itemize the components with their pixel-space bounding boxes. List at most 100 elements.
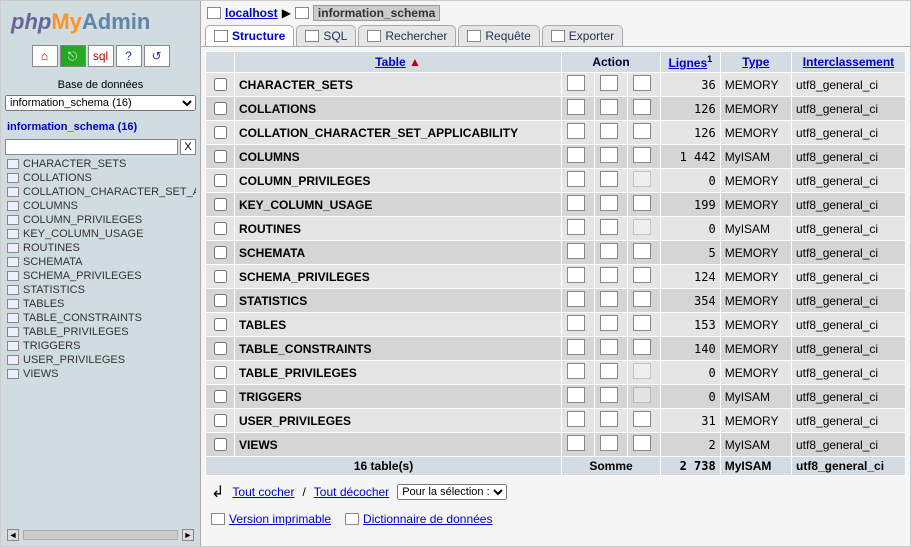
tree-item[interactable]: COLUMN_PRIVILEGES — [7, 213, 196, 227]
browse-icon[interactable] — [567, 147, 585, 163]
browse-icon[interactable] — [567, 339, 585, 355]
help-icon[interactable]: ? — [116, 45, 142, 67]
browse-icon[interactable] — [567, 315, 585, 331]
row-checkbox[interactable] — [214, 174, 227, 187]
search-row-icon[interactable] — [633, 315, 651, 331]
logout-icon[interactable]: ⎋ — [60, 45, 86, 67]
browse-icon[interactable] — [567, 171, 585, 187]
data-dictionary-link[interactable]: Dictionnaire de données — [345, 512, 492, 526]
browse-icon[interactable] — [567, 291, 585, 307]
row-checkbox[interactable] — [214, 318, 227, 331]
row-checkbox[interactable] — [214, 438, 227, 451]
browse-icon[interactable] — [567, 267, 585, 283]
tree-item[interactable]: USER_PRIVILEGES — [7, 353, 196, 367]
row-checkbox[interactable] — [214, 150, 227, 163]
row-table-name[interactable]: COLUMNS — [235, 145, 562, 169]
tab-query[interactable]: Requête — [458, 25, 539, 46]
row-checkbox[interactable] — [214, 198, 227, 211]
tree-item[interactable]: STATISTICS — [7, 283, 196, 297]
structure-row-icon[interactable] — [600, 243, 618, 259]
row-table-name[interactable]: KEY_COLUMN_USAGE — [235, 193, 562, 217]
check-all-link[interactable]: Tout cocher — [232, 485, 294, 499]
row-checkbox[interactable] — [214, 390, 227, 403]
row-table-name[interactable]: VIEWS — [235, 433, 562, 457]
search-row-icon[interactable] — [633, 75, 651, 91]
tab-sql[interactable]: SQL — [296, 25, 356, 46]
row-checkbox[interactable] — [214, 222, 227, 235]
row-table-name[interactable]: TABLES — [235, 313, 562, 337]
structure-row-icon[interactable] — [600, 147, 618, 163]
row-table-name[interactable]: COLLATIONS — [235, 97, 562, 121]
row-table-name[interactable]: USER_PRIVILEGES — [235, 409, 562, 433]
structure-row-icon[interactable] — [600, 219, 618, 235]
browse-icon[interactable] — [567, 123, 585, 139]
row-checkbox[interactable] — [214, 414, 227, 427]
col-type[interactable]: Type — [720, 52, 791, 73]
home-icon[interactable]: ⌂ — [32, 45, 58, 67]
clear-filter-button[interactable]: X — [180, 139, 196, 155]
search-row-icon[interactable] — [633, 99, 651, 115]
tree-item[interactable]: COLUMNS — [7, 199, 196, 213]
browse-icon[interactable] — [567, 99, 585, 115]
search-row-icon[interactable] — [633, 195, 651, 211]
browse-icon[interactable] — [567, 219, 585, 235]
db-select[interactable]: information_schema (16) — [5, 95, 196, 111]
browse-icon[interactable] — [567, 75, 585, 91]
tree-item[interactable]: COLLATIONS — [7, 171, 196, 185]
search-row-icon[interactable] — [633, 123, 651, 139]
row-checkbox[interactable] — [214, 294, 227, 307]
col-collation[interactable]: Interclassement — [792, 52, 906, 73]
row-table-name[interactable]: SCHEMA_PRIVILEGES — [235, 265, 562, 289]
search-row-icon[interactable] — [633, 267, 651, 283]
browse-icon[interactable] — [567, 243, 585, 259]
print-view-link[interactable]: Version imprimable — [211, 512, 331, 526]
with-selected-select[interactable]: Pour la sélection : — [397, 484, 507, 500]
tab-structure[interactable]: Structure — [205, 25, 294, 46]
reload-icon[interactable]: ↺ — [144, 45, 170, 67]
row-table-name[interactable]: COLLATION_CHARACTER_SET_APPLICABILITY — [235, 121, 562, 145]
structure-row-icon[interactable] — [600, 75, 618, 91]
col-rows[interactable]: Lignes1 — [660, 52, 720, 73]
structure-row-icon[interactable] — [600, 99, 618, 115]
structure-row-icon[interactable] — [600, 315, 618, 331]
row-checkbox[interactable] — [214, 366, 227, 379]
row-table-name[interactable]: STATISTICS — [235, 289, 562, 313]
row-table-name[interactable]: TABLE_CONSTRAINTS — [235, 337, 562, 361]
structure-row-icon[interactable] — [600, 387, 618, 403]
row-table-name[interactable]: TRIGGERS — [235, 385, 562, 409]
row-checkbox[interactable] — [214, 102, 227, 115]
tree-item[interactable]: COLLATION_CHARACTER_SET_APP — [7, 185, 196, 199]
scroll-track[interactable] — [23, 530, 178, 540]
tree-item[interactable]: TRIGGERS — [7, 339, 196, 353]
tab-export[interactable]: Exporter — [542, 25, 623, 46]
row-checkbox[interactable] — [214, 342, 227, 355]
tree-item[interactable]: TABLE_CONSTRAINTS — [7, 311, 196, 325]
scroll-left-icon[interactable]: ◄ — [7, 529, 19, 541]
tree-item[interactable]: TABLE_PRIVILEGES — [7, 325, 196, 339]
tree-item[interactable]: CHARACTER_SETS — [7, 157, 196, 171]
tree-item[interactable]: VIEWS — [7, 367, 196, 381]
tree-item[interactable]: SCHEMA_PRIVILEGES — [7, 269, 196, 283]
sql-icon[interactable]: sql — [88, 45, 114, 67]
structure-row-icon[interactable] — [600, 171, 618, 187]
search-row-icon[interactable] — [633, 435, 651, 451]
row-table-name[interactable]: TABLE_PRIVILEGES — [235, 361, 562, 385]
row-checkbox[interactable] — [214, 246, 227, 259]
tree-item[interactable]: KEY_COLUMN_USAGE — [7, 227, 196, 241]
structure-row-icon[interactable] — [600, 435, 618, 451]
search-row-icon[interactable] — [633, 147, 651, 163]
filter-input[interactable] — [5, 139, 178, 155]
search-row-icon[interactable] — [633, 243, 651, 259]
db-title-link[interactable]: information_schema (16) — [7, 121, 196, 133]
server-link[interactable]: localhost — [225, 6, 278, 20]
horizontal-scrollbar[interactable]: ◄ ► — [5, 528, 196, 542]
search-row-icon[interactable] — [633, 291, 651, 307]
search-row-icon[interactable] — [633, 339, 651, 355]
browse-icon[interactable] — [567, 363, 585, 379]
uncheck-all-link[interactable]: Tout décocher — [314, 485, 389, 499]
tree-item[interactable]: TABLES — [7, 297, 196, 311]
browse-icon[interactable] — [567, 195, 585, 211]
structure-row-icon[interactable] — [600, 411, 618, 427]
row-table-name[interactable]: COLUMN_PRIVILEGES — [235, 169, 562, 193]
structure-row-icon[interactable] — [600, 339, 618, 355]
